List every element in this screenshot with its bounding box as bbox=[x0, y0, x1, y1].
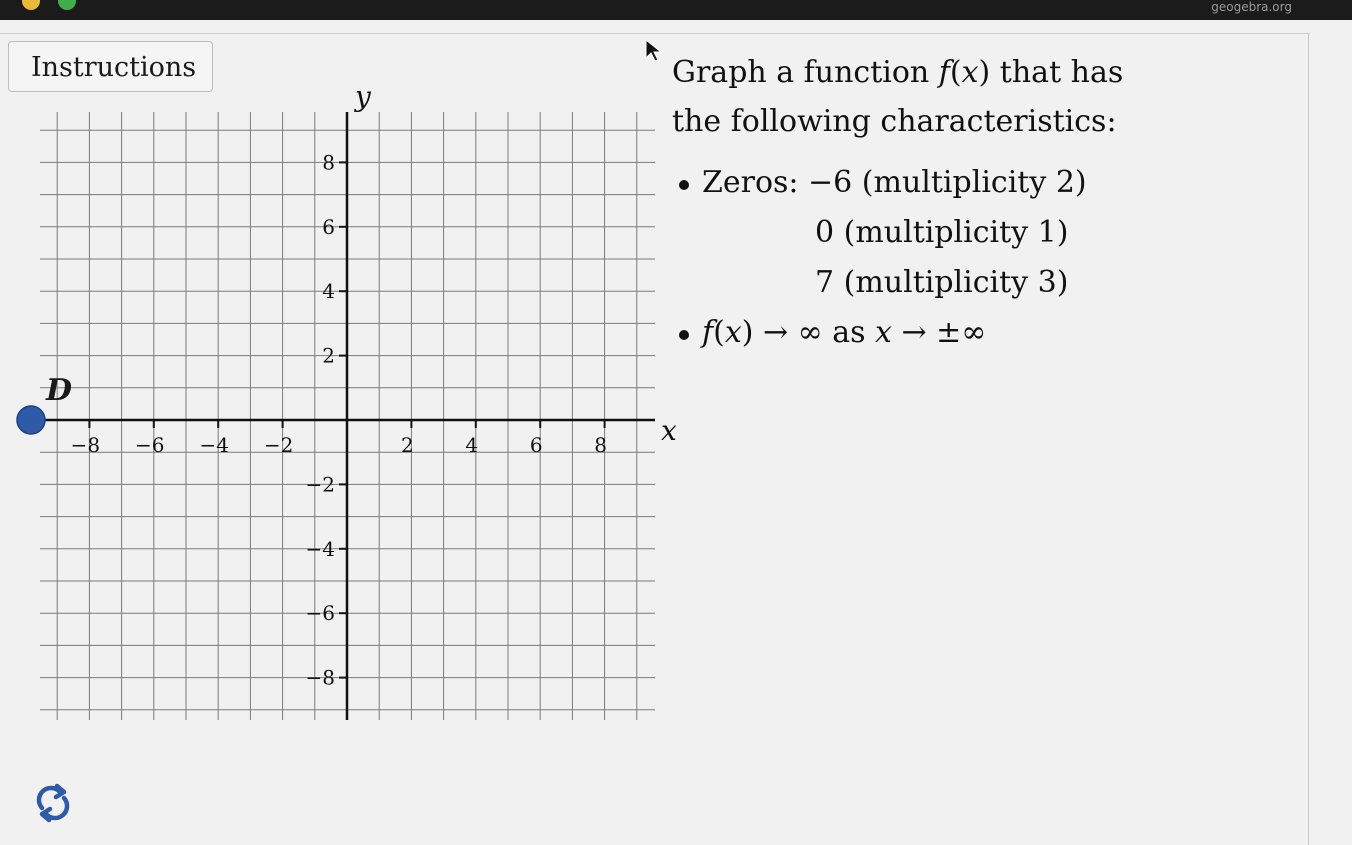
list-item-zero-7: 7 (multiplicity 3) bbox=[815, 265, 1069, 300]
y-tick-label: −4 bbox=[306, 537, 335, 561]
x-axis-label: x bbox=[661, 414, 677, 447]
y-tick-label: −8 bbox=[306, 666, 335, 690]
y-tick-label: 4 bbox=[322, 279, 335, 303]
problem-line-1: Graph a function f(x) that has bbox=[672, 55, 1124, 90]
mouse-cursor-icon bbox=[645, 38, 663, 62]
site-url: geogebra.org bbox=[1211, 0, 1292, 14]
y-tick-label: 6 bbox=[322, 215, 335, 239]
reset-construction-icon[interactable] bbox=[28, 778, 78, 828]
x-tick-label: −2 bbox=[264, 433, 293, 457]
bullet-icon bbox=[679, 180, 689, 190]
graph-view[interactable]: −8 −6 −4 −2 2 4 6 8 8 6 4 2 −2 −4 −6 −8 x y D bbox=[0, 0, 680, 740]
axes bbox=[40, 112, 655, 720]
list-item-zero-0: 0 (multiplicity 1) bbox=[815, 215, 1069, 250]
x-tick-label: −4 bbox=[199, 433, 228, 457]
x-tick-label: 2 bbox=[401, 433, 414, 457]
point-d-label: D bbox=[45, 373, 72, 408]
problem-statement: Graph a function f(x) that has the follo… bbox=[672, 48, 1232, 350]
list-item-end-behavior: f(x) → ∞ as x → ±∞ bbox=[672, 308, 1232, 358]
y-tick-label: 2 bbox=[322, 344, 335, 368]
y-tick-label: −6 bbox=[306, 601, 335, 625]
y-tick-label: −2 bbox=[306, 472, 335, 496]
y-axis-label: y bbox=[353, 80, 372, 113]
instructions-button[interactable]: Instructions bbox=[8, 41, 213, 92]
point-d[interactable] bbox=[16, 405, 46, 435]
x-tick-label: 4 bbox=[465, 433, 478, 457]
panel-right-border bbox=[1308, 34, 1309, 845]
bullet-icon bbox=[679, 330, 689, 340]
y-tick-label: 8 bbox=[322, 150, 335, 174]
x-tick-label: 8 bbox=[594, 433, 607, 457]
x-tick-labels: −8 −6 −4 −2 2 4 6 8 bbox=[71, 420, 607, 457]
list-item-zeros: Zeros: −6 (multiplicity 2) bbox=[672, 158, 1232, 208]
characteristics-list: Zeros: −6 (multiplicity 2) 0 (multiplici… bbox=[672, 158, 1232, 358]
x-tick-label: −8 bbox=[71, 433, 100, 457]
x-tick-label: 6 bbox=[530, 433, 543, 457]
problem-line-2: the following characteristics: bbox=[672, 104, 1117, 139]
x-tick-label: −6 bbox=[135, 433, 164, 457]
